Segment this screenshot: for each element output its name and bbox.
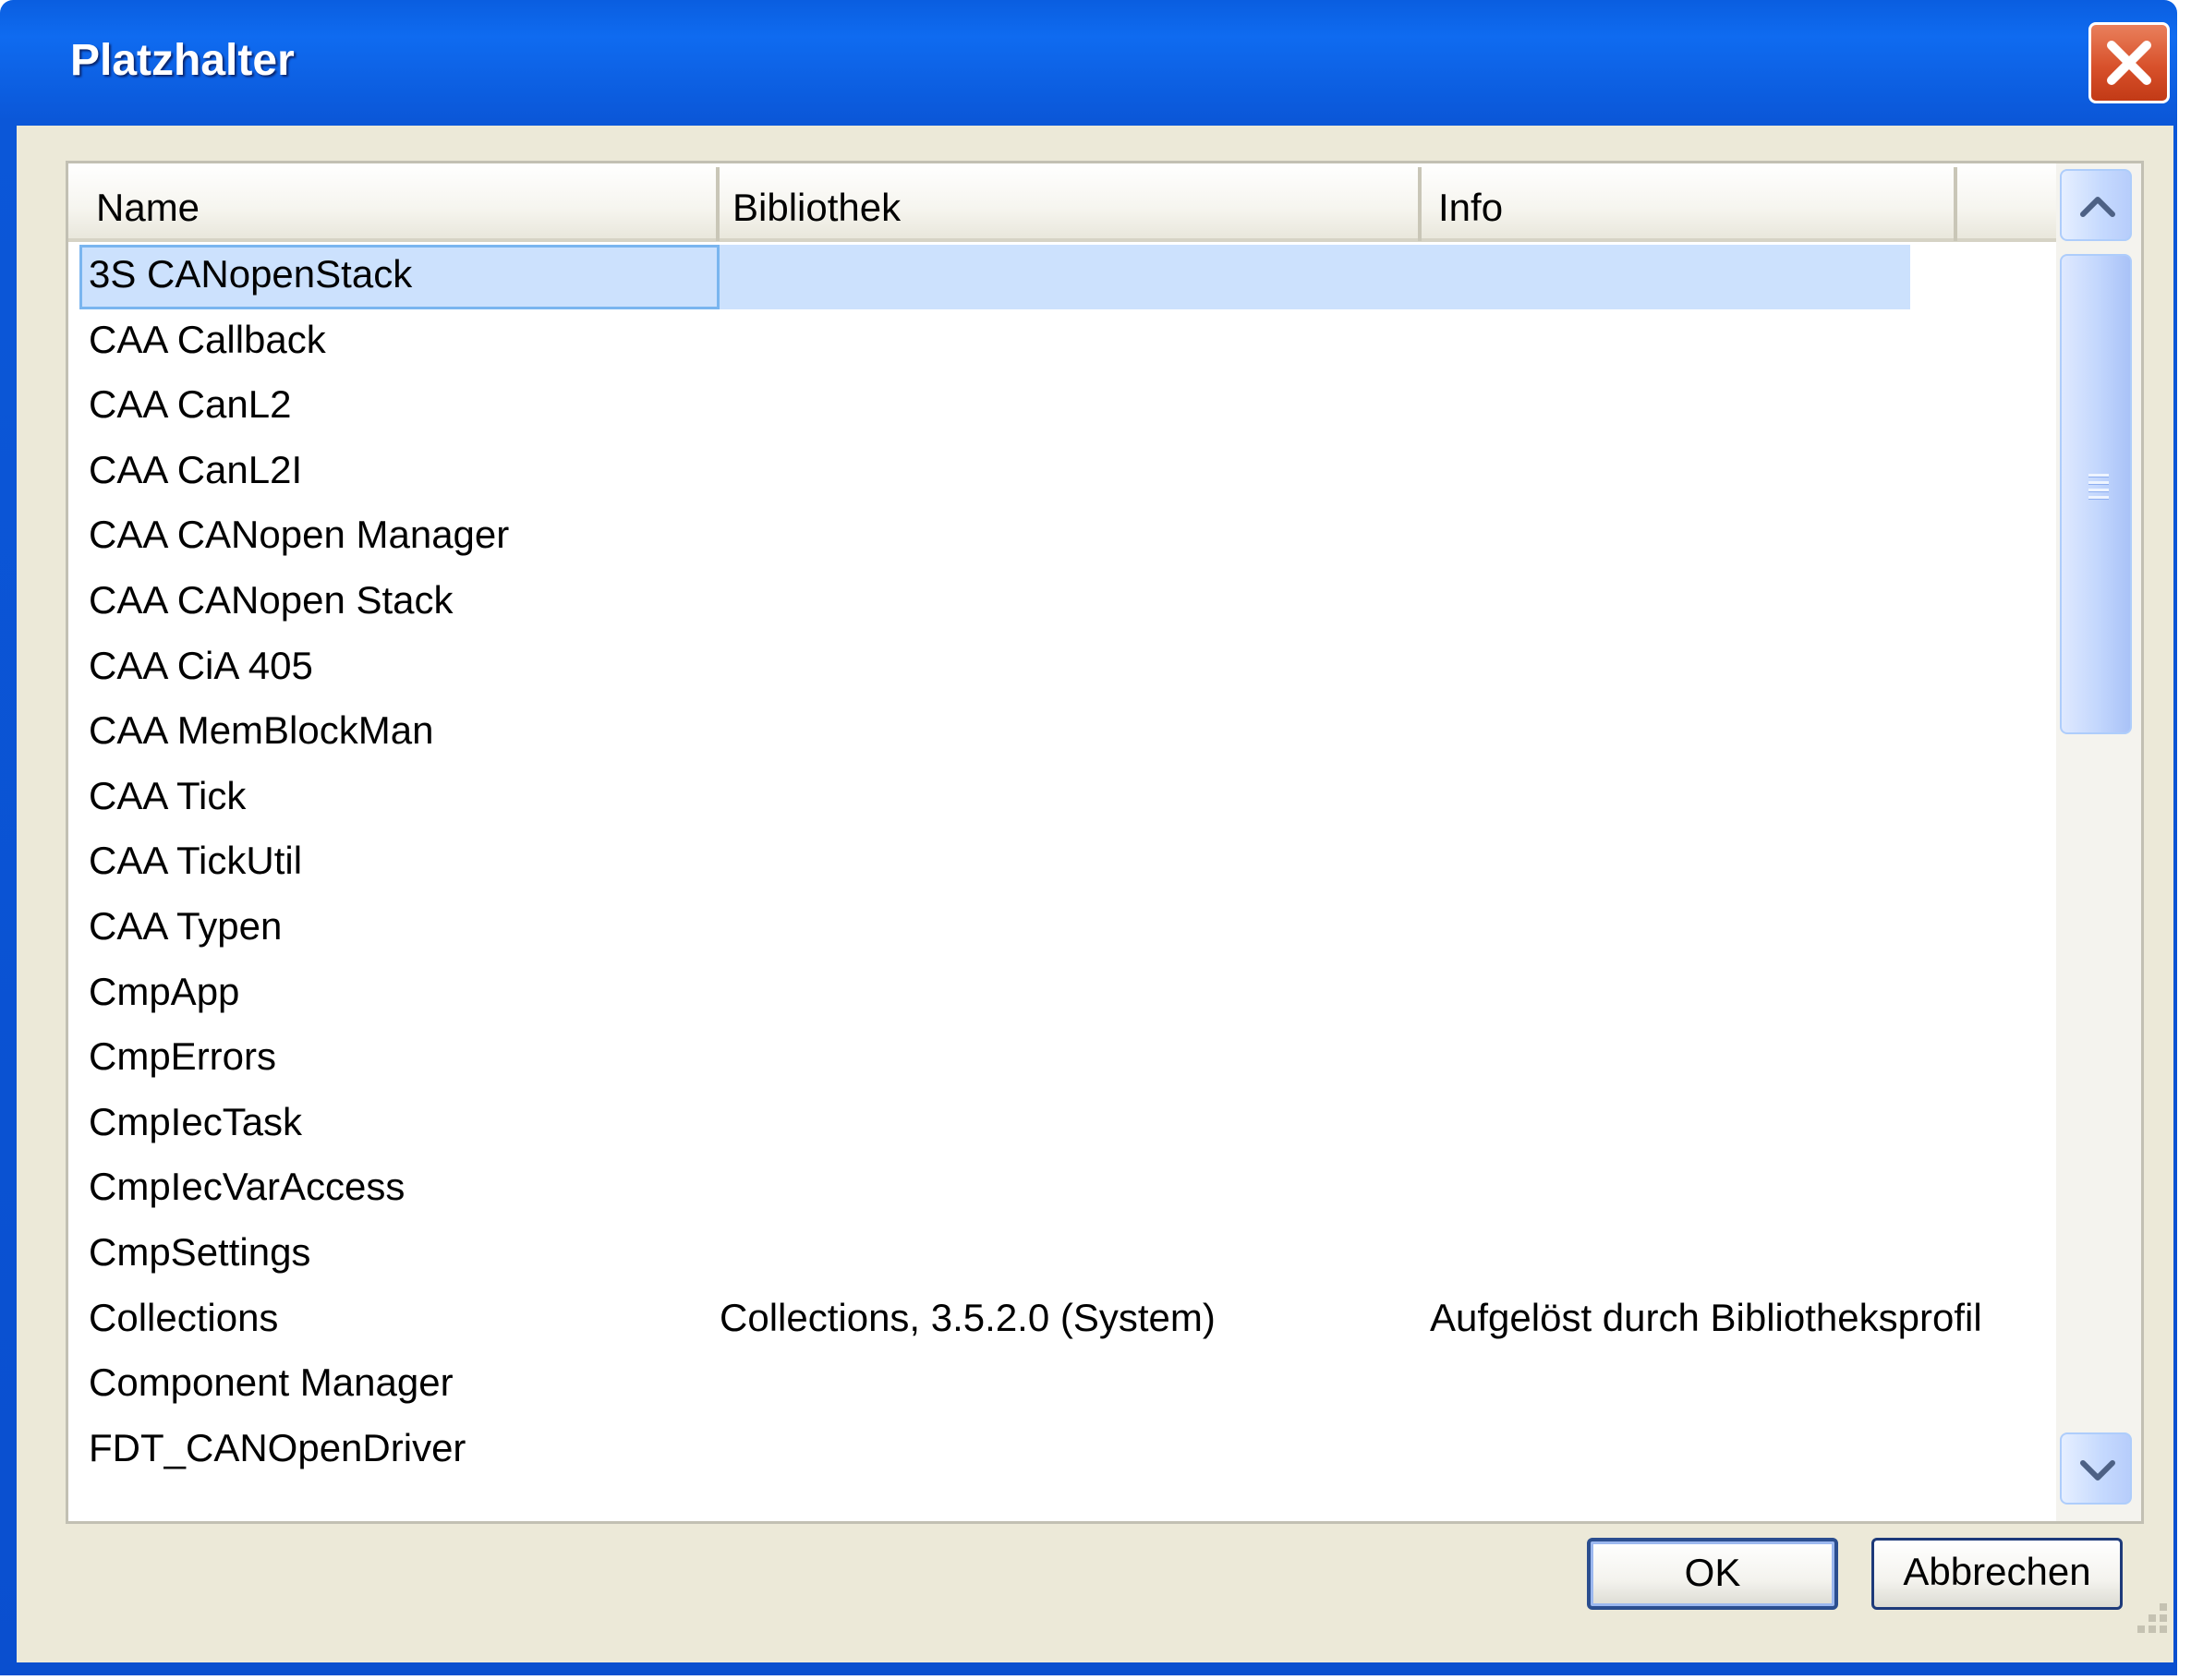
close-icon (2107, 41, 2151, 85)
cell-name-text: CmpApp (89, 969, 240, 1013)
chevron-down-icon (2080, 1460, 2115, 1481)
cell-library: Collections, 3.5.2.0 (System) (720, 1295, 1216, 1339)
table-row[interactable]: FDT_CANOpenDriver (68, 1419, 2056, 1483)
table-row[interactable]: CAA CANopen Stack (68, 571, 2056, 635)
cell-name[interactable]: CAA Callback (79, 310, 720, 375)
row-selection-highlight (676, 245, 1910, 309)
cell-name-text: CAA Typen (89, 904, 283, 948)
close-button[interactable] (2088, 22, 2170, 103)
table-row[interactable]: CAA CanL2 (68, 375, 2056, 440)
table-row[interactable]: CAA CiA 405 (68, 636, 2056, 701)
ok-button[interactable]: OK (1587, 1538, 1838, 1610)
placeholder-list[interactable]: Name Bibliothek Info 3S CANopenStack CAA … (66, 161, 2144, 1524)
cell-name[interactable]: CmpIecTask (79, 1093, 720, 1157)
cell-name-text: CAA MemBlockMan (89, 708, 434, 753)
scroll-up-button[interactable] (2060, 169, 2132, 241)
cell-name-text: CmpSettings (89, 1230, 311, 1274)
cell-name[interactable]: CAA CanL2I (79, 441, 720, 505)
cell-name-text: Collections (89, 1295, 279, 1339)
cell-name[interactable]: CAA TickUtil (79, 831, 720, 896)
column-header-name-label: Name (96, 186, 200, 229)
cell-name-text: CAA TickUtil (89, 839, 303, 883)
column-header-name[interactable]: Name (68, 163, 720, 242)
column-header-library-label: Bibliothek (732, 186, 902, 229)
cell-name[interactable]: CmpApp (79, 962, 720, 1027)
table-row[interactable]: CmpIecVarAccess (68, 1157, 2056, 1222)
scroll-down-button[interactable] (2060, 1432, 2132, 1505)
cell-name-text: CAA Tick (89, 773, 247, 817)
cell-info: Aufgelöst durch Bibliotheksprofil (1430, 1295, 1982, 1339)
cell-name-text: CmpIecTask (89, 1099, 303, 1143)
cell-name-text: CmpIecVarAccess (89, 1165, 406, 1209)
table-row[interactable]: CAA Tick (68, 767, 2056, 831)
column-header-filler (1957, 163, 2056, 242)
cell-name[interactable]: CmpErrors (79, 1027, 720, 1092)
table-row[interactable]: CmpSettings (68, 1223, 2056, 1287)
cell-name[interactable]: CAA CanL2 (79, 375, 720, 440)
cell-name-text: CAA CANopen Manager (89, 513, 510, 557)
cell-name-text: CAA Callback (89, 317, 326, 361)
cell-name[interactable]: FDT_CANOpenDriver (79, 1419, 720, 1483)
cell-name-text: CAA CiA 405 (89, 643, 313, 687)
table-row[interactable]: CmpErrors (68, 1027, 2056, 1092)
title-bar[interactable]: Platzhalter (0, 0, 2177, 126)
table-row[interactable]: CAA TickUtil (68, 831, 2056, 896)
table-row[interactable]: CmpApp (68, 962, 2056, 1027)
cell-name-text: 3S CANopenStack (89, 252, 413, 296)
table-row[interactable]: CAA CanL2I (68, 441, 2056, 505)
table-row[interactable]: CAA MemBlockMan (68, 701, 2056, 766)
table-row[interactable]: CAA CANopen Manager (68, 505, 2056, 570)
dialog-content: Name Bibliothek Info 3S CANopenStack CAA … (17, 126, 2173, 1662)
column-header-info-label: Info (1438, 186, 1504, 229)
table-row[interactable]: CmpIecTask (68, 1093, 2056, 1157)
cell-name[interactable]: CAA CANopen Manager (79, 505, 720, 570)
column-header-library[interactable]: Bibliothek (720, 163, 1422, 242)
resize-grip-icon[interactable] (2130, 1603, 2171, 1644)
cell-name[interactable]: 3S CANopenStack (79, 245, 720, 309)
cell-name[interactable]: Component Manager (79, 1353, 720, 1418)
dialog-window: Platzhalter Name Bibliothek Info 3S CANo… (0, 0, 2177, 1675)
cell-name-text: CAA CANopen Stack (89, 578, 454, 622)
cancel-button[interactable]: Abbrechen (1871, 1538, 2123, 1610)
table-row[interactable]: Component Manager (68, 1353, 2056, 1418)
cell-name[interactable]: CmpIecVarAccess (79, 1157, 720, 1222)
window-title: Platzhalter (70, 36, 295, 85)
scrollbar-thumb[interactable] (2060, 254, 2132, 734)
column-header-info[interactable]: Info (1422, 163, 1957, 242)
table-row[interactable]: CAA Callback (68, 310, 2056, 375)
table-row[interactable]: Collections Collections, 3.5.2.0 (System)… (68, 1288, 2056, 1353)
cell-name-text: CAA CanL2I (89, 447, 303, 491)
table-row[interactable]: 3S CANopenStack (68, 245, 2056, 309)
cell-name[interactable]: CAA MemBlockMan (79, 701, 720, 766)
table-row[interactable]: CAA Typen (68, 897, 2056, 961)
cell-name[interactable]: CAA CiA 405 (79, 636, 720, 701)
thumb-grip-icon (2088, 474, 2109, 503)
cell-name[interactable]: CAA CANopen Stack (79, 571, 720, 635)
cell-name[interactable]: CAA Tick (79, 767, 720, 831)
cell-name[interactable]: Collections (79, 1288, 720, 1353)
cell-name-text: FDT_CANOpenDriver (89, 1425, 466, 1469)
cell-name[interactable]: CmpSettings (79, 1223, 720, 1287)
chevron-up-icon (2080, 197, 2115, 217)
vertical-scrollbar[interactable] (2056, 163, 2141, 1521)
cell-name-text: Component Manager (89, 1360, 454, 1405)
cell-name-text: CmpErrors (89, 1034, 277, 1079)
cell-name[interactable]: CAA Typen (79, 897, 720, 961)
cell-name-text: CAA CanL2 (89, 382, 292, 427)
list-header: Name Bibliothek Info (68, 163, 2056, 245)
